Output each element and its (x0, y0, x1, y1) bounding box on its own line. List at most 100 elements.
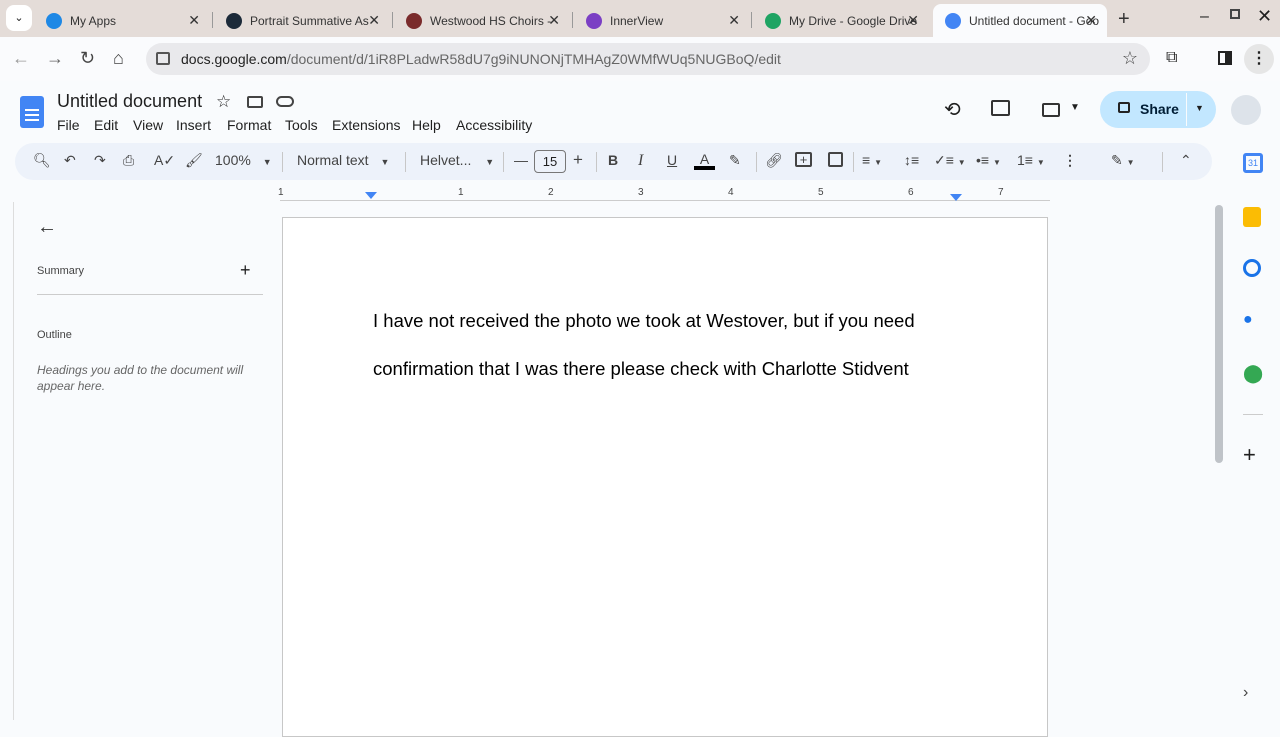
contacts-icon[interactable]: ● (1243, 311, 1263, 331)
right-indent-marker[interactable] (950, 194, 962, 201)
close-window-button[interactable]: ✕ (1257, 6, 1272, 27)
zoom-select[interactable]: 100% ▼ (215, 152, 272, 168)
paragraph[interactable]: confirmation that I was there please che… (373, 358, 909, 380)
style-select[interactable]: Normal text ▼ (297, 152, 389, 168)
star-icon[interactable]: ☆ (216, 92, 231, 112)
tab-search-button[interactable]: ⌄ (6, 5, 32, 31)
innerview-icon (586, 12, 602, 29)
site-info-icon[interactable] (156, 52, 170, 65)
forward-button[interactable]: → (46, 48, 64, 69)
close-tab-icon[interactable]: ✕ (368, 12, 380, 29)
menu-accessibility[interactable]: Accessibility (456, 117, 532, 133)
line-spacing-icon[interactable]: ↕≡ (904, 152, 919, 168)
browser-tab[interactable]: Westwood HS Choirs - ✕ (394, 4, 570, 37)
close-tab-icon[interactable]: ✕ (188, 12, 200, 29)
underline-button[interactable]: U (667, 152, 677, 168)
highlight-icon[interactable]: ✎ (729, 152, 741, 169)
address-bar[interactable]: docs.google.com/document/d/1iR8PLadwR58d… (146, 43, 1150, 75)
numbered-list-icon[interactable]: 1≡ ▼ (1017, 152, 1045, 168)
cloud-saved-icon[interactable] (276, 96, 294, 107)
extensions-icon[interactable]: ⧉ (1166, 49, 1177, 67)
show-side-panel-icon[interactable]: › (1243, 684, 1263, 704)
ruler-number: 2 (548, 187, 554, 198)
bookmark-star-icon[interactable]: ☆ (1122, 48, 1138, 69)
minimize-button[interactable]: – (1200, 8, 1209, 26)
font-size-input[interactable]: 15 (534, 150, 566, 173)
move-folder-icon[interactable] (247, 96, 263, 108)
browser-tab[interactable]: InnerView ✕ (574, 4, 750, 37)
add-summary-button[interactable]: + (240, 260, 251, 281)
chrome-menu-button[interactable]: ⋮ (1244, 44, 1274, 74)
paragraph[interactable]: I have not received the photo we took at… (373, 310, 915, 332)
menu-format[interactable]: Format (227, 117, 271, 133)
docs-logo-icon[interactable] (20, 96, 44, 128)
italic-button[interactable]: I (638, 152, 643, 170)
share-button[interactable]: Share ▼ (1100, 91, 1216, 128)
cloud-icon (46, 12, 62, 29)
side-panel-icon[interactable] (1218, 51, 1232, 65)
summary-heading: Summary (37, 265, 85, 277)
insert-image-icon[interactable] (828, 152, 843, 167)
ruler-number: 6 (908, 187, 914, 198)
tasks-icon[interactable] (1243, 259, 1261, 277)
keep-icon[interactable] (1243, 207, 1261, 227)
share-dropdown-icon[interactable]: ▼ (1195, 103, 1204, 113)
scrollbar[interactable] (1215, 205, 1223, 463)
browser-tab[interactable]: Portrait Summative As ✕ (214, 4, 390, 37)
print-icon[interactable]: ⎙ (123, 152, 134, 169)
meet-button[interactable] (1042, 103, 1060, 117)
restore-button[interactable] (1230, 9, 1240, 19)
hide-menus-icon[interactable]: ⌃ (1180, 152, 1192, 169)
document-title[interactable]: Untitled document (57, 91, 202, 112)
font-select[interactable]: Helvet... ▼ (420, 152, 494, 168)
menu-extensions[interactable]: Extensions (332, 117, 400, 133)
left-indent-marker[interactable] (365, 192, 377, 199)
menu-help[interactable]: Help (412, 117, 441, 133)
increase-font-size-button[interactable]: + (573, 150, 583, 170)
menu-tools[interactable]: Tools (285, 117, 318, 133)
align-icon[interactable]: ≡ ▼ (862, 152, 882, 168)
tab-title: My Apps (70, 13, 117, 28)
close-outline-icon[interactable]: ← (37, 216, 57, 239)
menu-view[interactable]: View (133, 117, 163, 133)
menu-edit[interactable]: Edit (94, 117, 118, 133)
close-tab-icon[interactable]: ✕ (728, 12, 740, 29)
checklist-icon[interactable]: ✓≡ ▼ (934, 152, 966, 169)
spellcheck-icon[interactable]: A✓ (154, 152, 175, 169)
ruler-number: 3 (638, 187, 644, 198)
insert-link-icon[interactable]: 🔗︎ (765, 152, 783, 169)
reload-button[interactable]: ↻ (80, 48, 95, 69)
close-tab-icon[interactable]: ✕ (548, 12, 560, 29)
bulleted-list-icon[interactable]: •≡ ▼ (976, 152, 1001, 168)
more-options-icon[interactable]: ⋮ (1063, 152, 1077, 169)
decrease-font-size-button[interactable]: — (514, 152, 528, 168)
search-menus-icon[interactable]: 🔍︎ (33, 152, 51, 169)
meet-dropdown-icon[interactable]: ▼ (1070, 102, 1080, 113)
bold-button[interactable]: B (608, 152, 618, 168)
comments-icon[interactable] (991, 100, 1010, 116)
browser-tab[interactable]: My Drive - Google Drive ✕ (753, 4, 929, 37)
get-addons-button[interactable]: + (1243, 444, 1263, 466)
document-page[interactable]: I have not received the photo we took at… (282, 217, 1048, 737)
ruler-number: 4 (728, 187, 734, 198)
menu-file[interactable]: File (57, 117, 80, 133)
close-tab-icon[interactable]: ✕ (907, 12, 919, 29)
paint-format-icon[interactable]: 🖌︎ (185, 152, 203, 169)
maps-icon[interactable]: ⬤ (1243, 363, 1263, 383)
browser-tab[interactable]: Untitled document - Google Docs✕ (933, 4, 1107, 37)
new-tab-button[interactable]: + (1118, 8, 1130, 31)
browser-tab[interactable]: My Apps ✕ (34, 4, 210, 37)
menu-insert[interactable]: Insert (176, 117, 211, 133)
close-tab-icon[interactable]: ✕ (1085, 12, 1097, 29)
calendar-icon[interactable]: 31 (1243, 153, 1263, 173)
account-avatar[interactable] (1231, 95, 1261, 125)
undo-icon[interactable]: ↶ (64, 152, 76, 169)
back-button[interactable]: ← (12, 48, 30, 69)
redo-icon[interactable]: ↷ (94, 152, 106, 169)
editing-mode-icon[interactable]: ✎ ▼ (1111, 152, 1135, 169)
text-color-button[interactable]: A (694, 152, 715, 170)
add-comment-icon[interactable]: + (795, 152, 812, 167)
vertical-ruler (0, 202, 14, 720)
version-history-icon[interactable]: ⟲ (944, 97, 961, 122)
home-button[interactable]: ⌂ (113, 48, 124, 69)
